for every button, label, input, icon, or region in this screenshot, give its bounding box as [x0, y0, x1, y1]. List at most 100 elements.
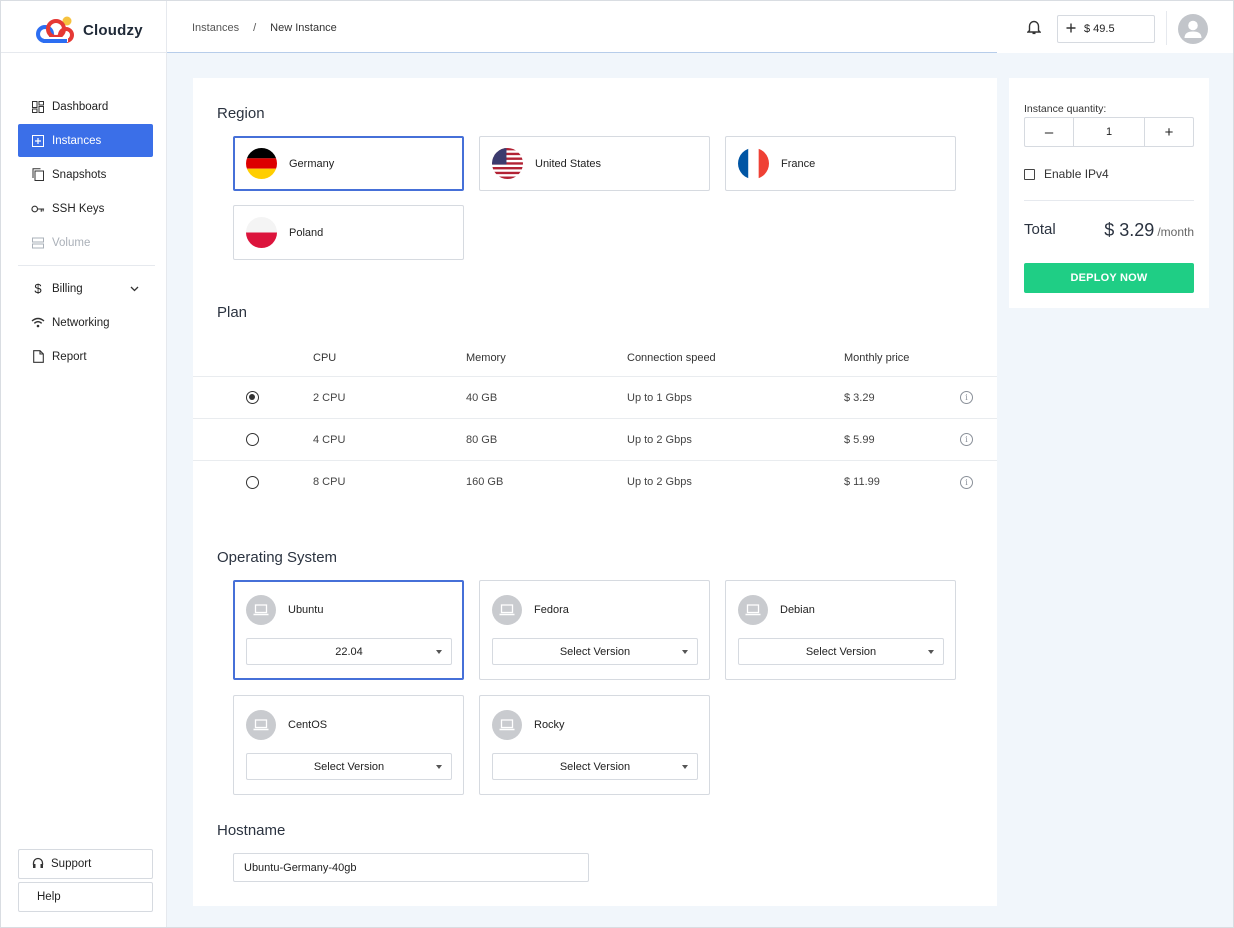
caret-down-icon — [436, 765, 442, 769]
info-icon[interactable]: i — [960, 433, 973, 446]
sidebar-item-volume[interactable]: Volume — [18, 226, 153, 259]
sidebar-item-label: Instances — [52, 134, 102, 147]
increment-button[interactable]: + — [1145, 118, 1193, 146]
sidebar-item-label: Networking — [52, 316, 110, 329]
caret-down-icon — [928, 650, 934, 654]
os-version-value: 22.04 — [335, 645, 363, 658]
caret-down-icon — [436, 650, 442, 654]
sidebar-item-label: Dashboard — [52, 100, 109, 113]
os-version-value: Select Version — [559, 760, 631, 773]
plan-speed: Up to 2 Gbps — [627, 476, 692, 488]
info-icon[interactable]: i — [960, 391, 973, 404]
plan-radio[interactable] — [246, 391, 259, 404]
deploy-now-button[interactable]: DEPLOY NOW — [1024, 263, 1194, 293]
sidebar-nav: Dashboard Instances Snapshots SSH Keys V… — [18, 90, 155, 374]
plan-memory: 40 GB — [466, 391, 498, 404]
user-avatar-icon[interactable] — [1178, 14, 1208, 44]
os-version-select[interactable]: Select Version — [246, 753, 452, 780]
logo[interactable]: Cloudzy — [35, 15, 143, 45]
sidebar-item-label: Billing — [52, 282, 83, 295]
plan-radio[interactable] — [246, 475, 259, 489]
total-amount: $ 3.29 — [1104, 220, 1155, 240]
column-header-cpu: CPU — [313, 352, 337, 364]
laptop-icon — [738, 595, 768, 625]
divider — [1, 52, 167, 53]
plan-price: $ 11.99 — [844, 476, 880, 488]
column-header-memory: Memory — [466, 352, 506, 364]
sidebar-item-instances[interactable]: Instances — [18, 124, 153, 157]
sidebar-item-networking[interactable]: Networking — [18, 306, 153, 339]
dollar-icon: $ — [34, 281, 42, 296]
plan-row[interactable]: 4 CPU 80 GB Up to 2 Gbps $ 5.99 i — [193, 419, 997, 461]
poland-flag-icon — [246, 217, 277, 248]
caret-down-icon — [682, 650, 688, 654]
os-option-centos[interactable]: CentOS Select Version — [233, 695, 464, 795]
os-version-select[interactable]: Select Version — [738, 638, 944, 665]
hostname-title: Hostname — [217, 822, 286, 839]
total-period: /month — [1157, 225, 1194, 239]
quantity-stepper: – 1 + — [1024, 117, 1194, 147]
cloudzy-logo-icon — [36, 16, 74, 43]
column-header-monthly-price: Monthly price — [844, 352, 910, 364]
united-states-flag-icon — [492, 148, 523, 179]
breadcrumb-separator: / — [253, 22, 257, 34]
divider — [1166, 11, 1167, 45]
bell-icon[interactable] — [1026, 19, 1042, 38]
os-option-ubuntu[interactable]: Ubuntu 22.04 — [233, 580, 464, 680]
support-button[interactable]: Support — [18, 849, 153, 879]
sidebar-item-label: Report — [52, 350, 87, 363]
hostname-input[interactable]: Ubuntu-Germany-40gb — [233, 853, 589, 882]
total-price: $ 3.29 /month — [1104, 220, 1194, 241]
sidebar-item-label: Snapshots — [52, 168, 107, 181]
sidebar-item-ssh-keys[interactable]: SSH Keys — [18, 192, 153, 225]
decrement-button[interactable]: – — [1025, 118, 1073, 146]
balance-amount: $ 49.5 — [1084, 23, 1115, 35]
plan-row[interactable]: 8 CPU 160 GB Up to 2 Gbps $ 11.99 i — [193, 461, 997, 503]
help-button[interactable]: Help — [18, 882, 153, 912]
plan-cpu: 8 CPU — [313, 476, 346, 488]
os-option-debian[interactable]: Debian Select Version — [725, 580, 956, 680]
region-option-germany[interactable]: Germany — [233, 136, 464, 191]
os-name: Ubuntu — [288, 604, 324, 616]
plan-price: $ 5.99 — [844, 433, 875, 446]
os-name: CentOS — [288, 719, 328, 731]
enable-ipv4-label: Enable IPv4 — [1044, 167, 1109, 181]
region-option-poland[interactable]: Poland — [233, 205, 464, 260]
germany-flag-icon — [246, 148, 277, 179]
sidebar-item-snapshots[interactable]: Snapshots — [18, 158, 153, 191]
plan-row[interactable]: 2 CPU 40 GB Up to 1 Gbps $ 3.29 i — [193, 377, 997, 419]
plan-radio[interactable] — [246, 433, 259, 446]
os-version-select[interactable]: Select Version — [492, 638, 698, 665]
region-name: United States — [535, 157, 602, 170]
info-icon[interactable]: i — [960, 475, 973, 489]
os-option-rocky[interactable]: Rocky Select Version — [479, 695, 710, 795]
sidebar-item-label: Volume — [52, 236, 91, 249]
instance-quantity-label: Instance quantity: — [1024, 103, 1107, 115]
topbar: Instances / New Instance $ 49.5 — [167, 1, 1233, 53]
checkbox-icon[interactable] — [1024, 168, 1035, 180]
os-version-select[interactable]: 22.04 — [246, 638, 452, 665]
enable-ipv4-checkbox[interactable]: Enable IPv4 — [1024, 167, 1109, 181]
region-option-france[interactable]: France — [725, 136, 956, 191]
breadcrumb: Instances / New Instance — [192, 22, 337, 34]
sidebar-item-dashboard[interactable]: Dashboard — [18, 90, 153, 123]
document-icon — [31, 350, 45, 364]
plan-speed: Up to 2 Gbps — [627, 433, 692, 446]
wifi-icon — [31, 316, 45, 330]
balance-topup-button[interactable]: $ 49.5 — [1057, 15, 1155, 43]
divider — [1024, 200, 1194, 201]
help-label: Help — [37, 891, 61, 903]
sidebar-item-report[interactable]: Report — [18, 340, 153, 373]
region-name: France — [781, 157, 816, 170]
os-version-select[interactable]: Select Version — [492, 753, 698, 780]
quantity-value[interactable]: 1 — [1073, 118, 1145, 146]
logo-text: Cloudzy — [83, 21, 143, 39]
order-summary-card: Instance quantity: – 1 + Enable IPv4 Tot… — [1009, 78, 1209, 308]
plan-price: $ 3.29 — [844, 391, 875, 404]
region-option-united-states[interactable]: United States — [479, 136, 710, 191]
breadcrumb-current: New Instance — [270, 22, 337, 34]
sidebar-item-billing[interactable]: $ Billing — [18, 272, 153, 305]
copy-icon — [31, 168, 45, 182]
breadcrumb-instances-link[interactable]: Instances — [192, 22, 239, 34]
os-option-fedora[interactable]: Fedora Select Version — [479, 580, 710, 680]
